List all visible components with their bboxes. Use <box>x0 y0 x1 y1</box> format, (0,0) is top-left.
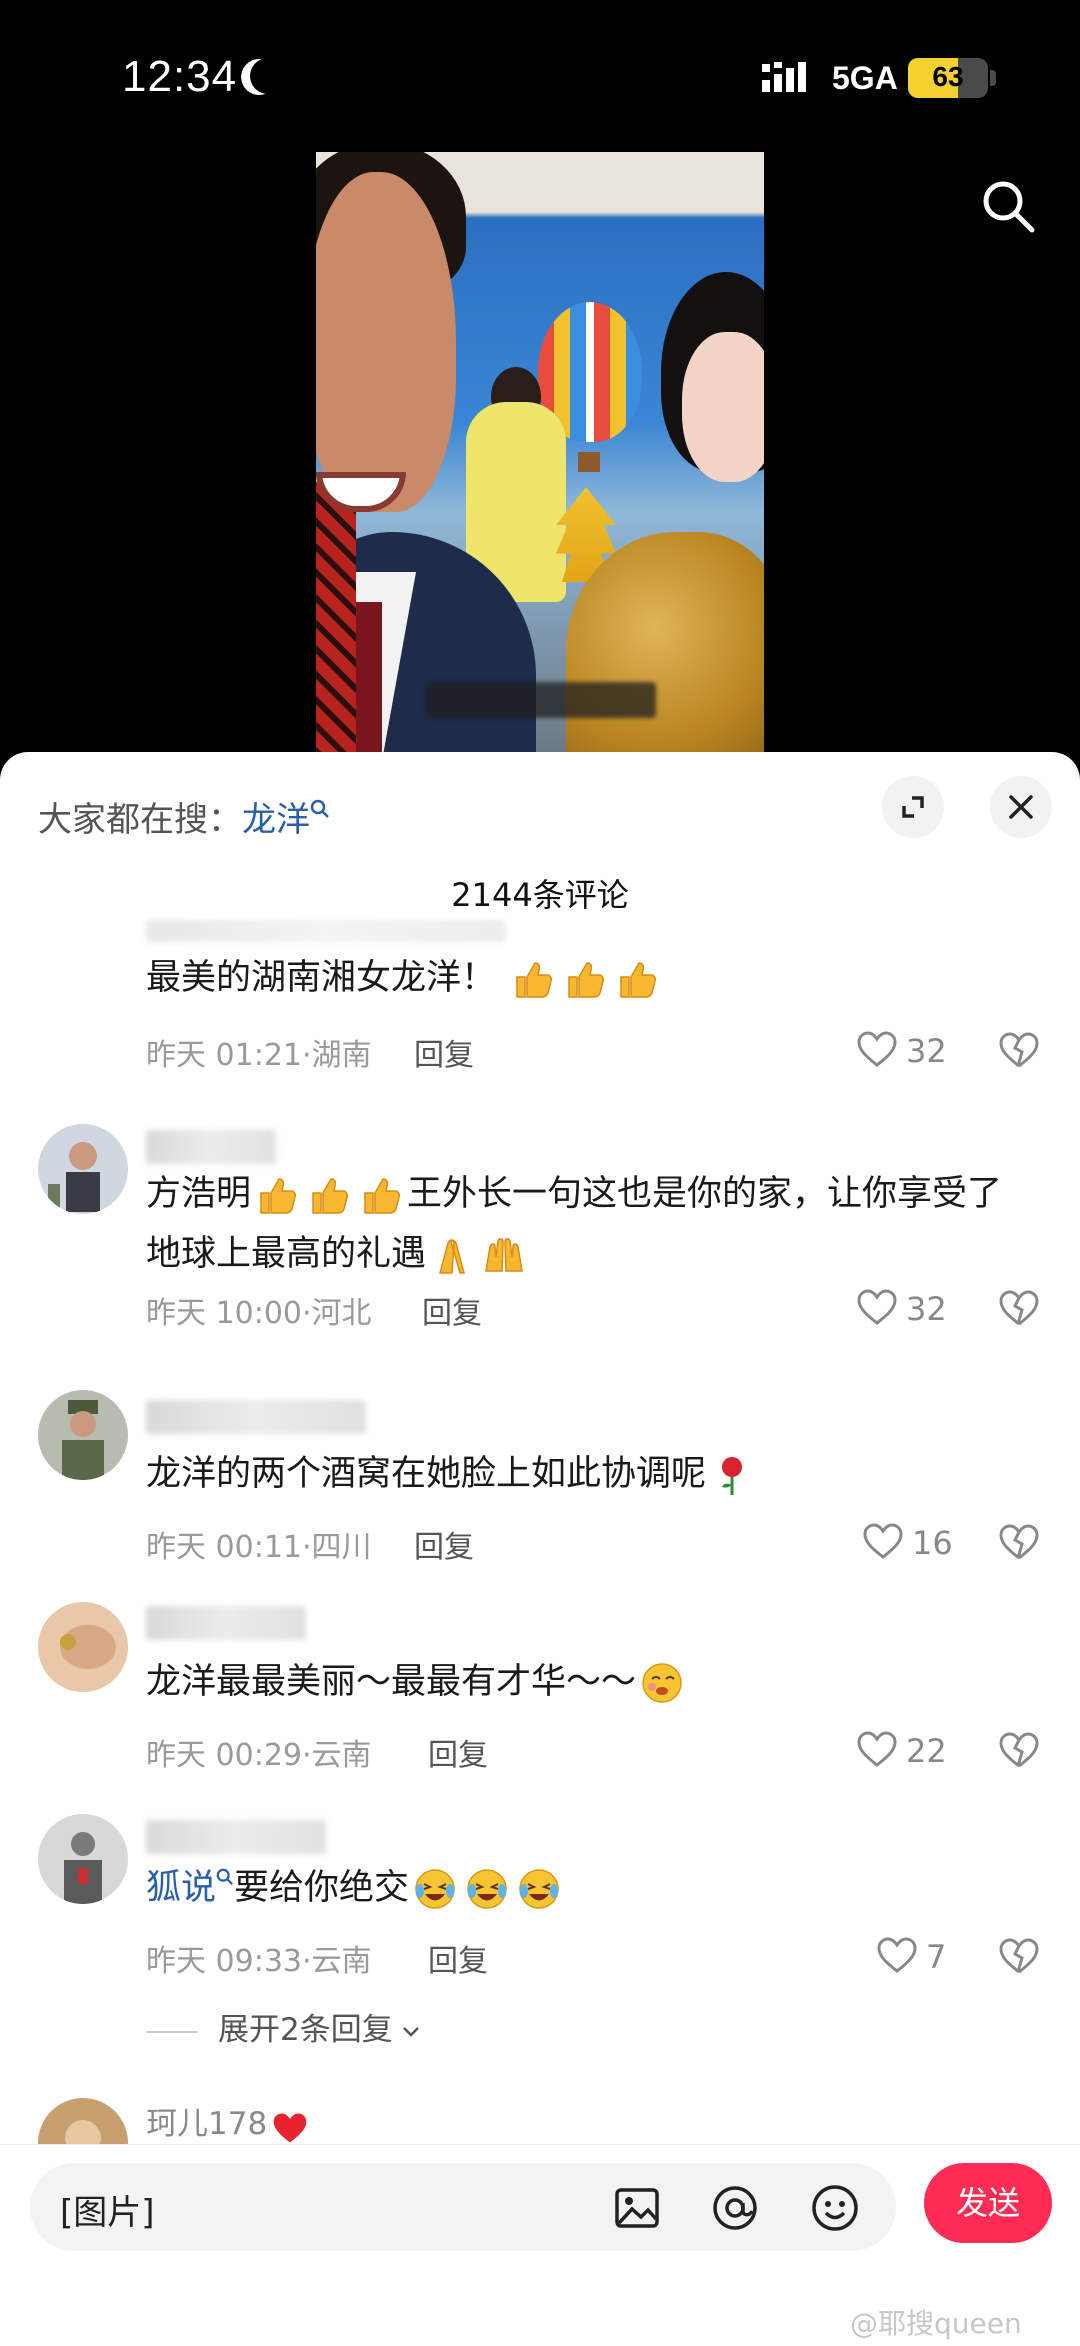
reply-button[interactable]: 回复 <box>428 1730 488 1774</box>
search-icon[interactable] <box>980 178 1036 234</box>
like-button[interactable]: 22 <box>856 1724 976 1774</box>
blurred-username <box>146 1130 276 1164</box>
blurred-username <box>146 1820 326 1854</box>
close-icon <box>1009 795 1033 819</box>
thumbs-up-emoji <box>255 1173 299 1217</box>
balloon-basket <box>578 452 600 472</box>
woman-face <box>682 332 764 482</box>
comment-input-bar: [图片] 发送 <box>0 2144 1080 2264</box>
comment-meta: 昨天 00:11·四川 <box>146 1530 372 1565</box>
thumbs-up-emoji <box>511 957 555 1001</box>
thumbs-up-emoji <box>615 957 659 1001</box>
like-button[interactable]: 7 <box>876 1930 996 1980</box>
comment-text: 狐说 要给你绝交 <box>146 1858 1046 1918</box>
red-heart-emoji <box>271 2107 309 2145</box>
image-icon[interactable] <box>612 2183 662 2233</box>
search-small-icon <box>216 1869 234 1886</box>
blurred-caption <box>426 682 656 718</box>
status-bar: 12:34 5GA 63 <box>0 0 1080 150</box>
raised-hands-emoji <box>482 1233 526 1277</box>
broken-heart-icon[interactable] <box>998 1522 1040 1562</box>
search-small-icon <box>310 799 329 818</box>
clipped-previous-line <box>146 920 506 942</box>
comment-text: 龙洋最最美丽～最最有才华～～ <box>146 1652 1046 1712</box>
like-count: 32 <box>906 1032 947 1070</box>
comment-meta: 昨天 09:33·云南 <box>146 1944 372 1979</box>
mentioned-author[interactable]: 狐说 <box>146 1868 216 1908</box>
avatar[interactable] <box>38 1390 128 1480</box>
crying-laughing-emoji <box>517 1867 561 1911</box>
man-scarf <box>316 482 356 752</box>
comment-input-value: [图片] <box>60 2193 155 2233</box>
heart-icon <box>857 1031 897 1067</box>
broken-heart-icon[interactable] <box>998 1936 1040 1976</box>
comment-text: 方浩明 王外长一句这也是你的家，让你享受了 地球上最高的礼遇 <box>146 1164 1046 1284</box>
network-type-label: 5GA <box>832 60 898 96</box>
close-comments-button[interactable] <box>990 776 1052 838</box>
crying-laughing-emoji <box>413 1867 457 1911</box>
like-count: 22 <box>906 1732 947 1770</box>
battery-cap <box>990 70 996 86</box>
comment-text: 龙洋的两个酒窝在她脸上如此协调呢 <box>146 1444 1046 1504</box>
avatar[interactable] <box>38 1602 128 1692</box>
emoji-picker-icon[interactable] <box>810 2183 860 2233</box>
watermark: @耶搜queen <box>850 2307 1022 2340</box>
heart-icon <box>857 1289 897 1325</box>
avatar[interactable] <box>38 1124 128 1214</box>
avatar[interactable] <box>38 1814 128 1904</box>
crying-laughing-emoji <box>465 1867 509 1911</box>
hot-search-term[interactable]: 龙洋 <box>242 800 310 840</box>
comment-meta: 昨天 01:21·湖南 <box>146 1038 372 1073</box>
video-player[interactable] <box>316 152 764 752</box>
like-button[interactable]: 32 <box>856 1024 976 1074</box>
comment-meta: 昨天 10:00·河北 <box>146 1296 372 1331</box>
heart-icon <box>863 1523 903 1559</box>
shy-face-emoji <box>640 1661 684 1705</box>
battery-indicator: 63 <box>908 58 988 98</box>
heart-icon <box>877 1937 917 1973</box>
hot-search-bar[interactable]: 大家都在搜：龙洋 <box>38 792 330 841</box>
like-button[interactable]: 16 <box>862 1516 982 1566</box>
like-count: 32 <box>906 1290 947 1328</box>
broken-heart-icon[interactable] <box>998 1288 1040 1328</box>
blurred-username <box>146 1606 306 1640</box>
comment-text: 最美的湖南湘女龙洋！ <box>146 948 1046 1008</box>
do-not-disturb-moon-icon <box>245 53 291 99</box>
chevron-down-icon <box>402 2026 419 2037</box>
expand-icon <box>902 796 924 818</box>
reply-button[interactable]: 回复 <box>414 1030 474 1074</box>
expand-divider <box>146 2030 198 2033</box>
send-button[interactable]: 发送 <box>924 2163 1052 2243</box>
broken-heart-icon[interactable] <box>998 1730 1040 1770</box>
rose-emoji <box>710 1453 754 1497</box>
blurred-username <box>146 1400 366 1434</box>
reply-button[interactable]: 回复 <box>428 1936 488 1980</box>
cellular-signal-icon <box>762 62 806 92</box>
thumbs-up-emoji <box>307 1173 351 1217</box>
status-time: 12:34 <box>122 52 238 101</box>
battery-percent: 63 <box>932 61 964 92</box>
comment-meta: 昨天 00:29·云南 <box>146 1738 372 1773</box>
comment-count: 2144条评论 <box>451 876 629 914</box>
reply-button[interactable]: 回复 <box>422 1288 482 1332</box>
comments-panel: 大家都在搜：龙洋 2144条评论 最美的湖南湘女龙洋！ 昨天 01:21·湖南 … <box>0 752 1080 2346</box>
broken-heart-icon[interactable] <box>998 1030 1040 1070</box>
thumbs-up-emoji <box>359 1173 403 1217</box>
folded-hands-emoji <box>430 1233 474 1277</box>
expand-replies-button[interactable]: 展开2条回复 <box>146 2004 423 2049</box>
like-button[interactable]: 32 <box>856 1282 976 1332</box>
mention-at-icon[interactable] <box>710 2183 760 2233</box>
like-count: 16 <box>912 1524 953 1562</box>
reply-button[interactable]: 回复 <box>414 1522 474 1566</box>
comment-input-field[interactable]: [图片] <box>30 2163 896 2251</box>
fullscreen-expand-button[interactable] <box>882 776 944 838</box>
heart-icon <box>857 1731 897 1767</box>
thumbs-up-emoji <box>563 957 607 1001</box>
like-count: 7 <box>926 1938 947 1976</box>
hot-search-prefix: 大家都在搜： <box>38 800 242 840</box>
